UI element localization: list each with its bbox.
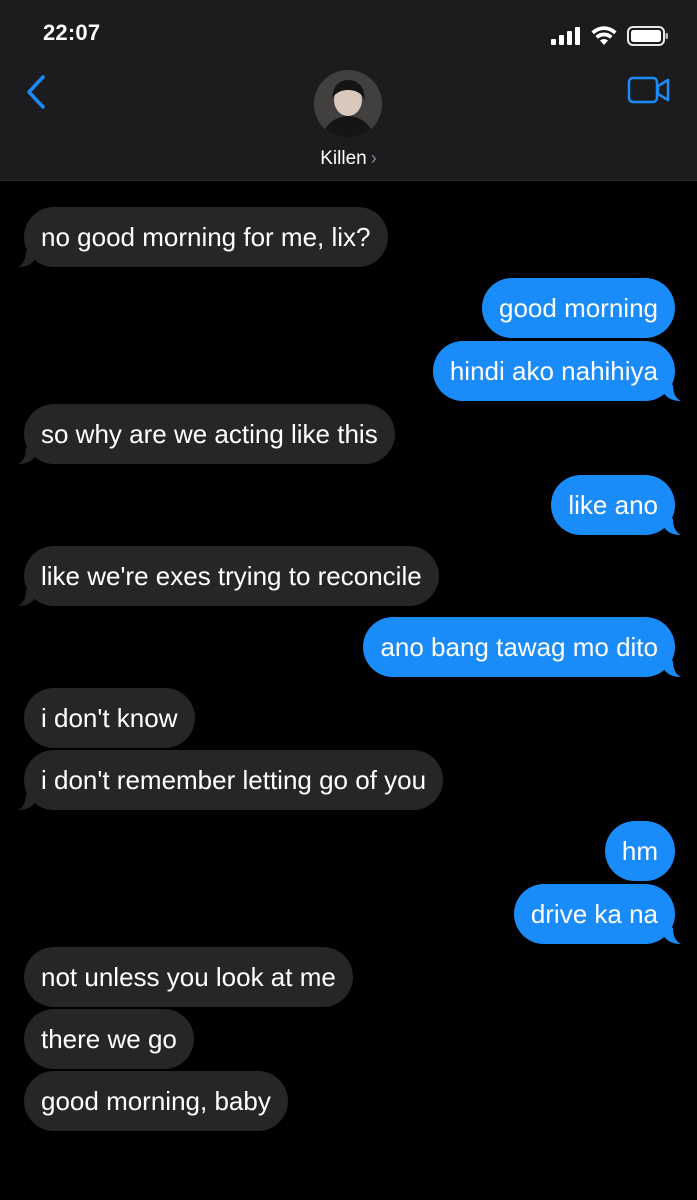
outgoing-message-bubble[interactable]: ano bang tawag mo dito: [363, 617, 675, 677]
bubble-tail: [18, 444, 36, 464]
contact-name: Killen: [320, 148, 367, 169]
message-row: good morning, baby: [0, 1071, 697, 1131]
bubble-tail: [663, 657, 681, 677]
status-time: 22:07: [43, 20, 101, 45]
message-row: no good morning for me, lix?: [0, 207, 697, 267]
chevron-left-icon: [27, 75, 45, 109]
back-button[interactable]: [22, 72, 52, 112]
message-row: so why are we acting like this: [0, 404, 697, 464]
contact-avatar[interactable]: [314, 70, 382, 138]
message-row: hindi ako nahihiya: [0, 341, 697, 401]
bubble-tail: [663, 515, 681, 535]
facetime-video-button[interactable]: [627, 74, 671, 106]
incoming-message-bubble[interactable]: i don't know: [24, 688, 195, 748]
outgoing-message-bubble[interactable]: drive ka na: [513, 884, 675, 944]
incoming-message-bubble[interactable]: i don't remember letting go of you: [24, 750, 444, 810]
incoming-message-bubble[interactable]: good morning, baby: [24, 1071, 288, 1131]
bubble-tail: [18, 247, 36, 267]
cellular-signal-icon: [551, 27, 580, 45]
wifi-icon: [591, 26, 617, 45]
bubble-tail: [18, 790, 36, 810]
incoming-message-bubble[interactable]: no good morning for me, lix?: [24, 207, 388, 267]
chevron-right-icon: ›: [370, 148, 377, 168]
status-icons: [551, 24, 669, 48]
message-row: ano bang tawag mo dito: [0, 617, 697, 677]
message-row: i don't know: [0, 688, 697, 748]
message-thread: no good morning for me, lix? good morning…: [0, 180, 697, 1200]
bubble-tail: [18, 586, 36, 606]
conversation-header: 22:07 Killen ›: [0, 0, 697, 181]
video-camera-icon: [627, 76, 670, 104]
bubble-tail: [663, 924, 681, 944]
outgoing-message-bubble[interactable]: like ano: [551, 475, 675, 535]
message-row: good morning: [0, 278, 697, 338]
message-row: there we go: [0, 1009, 697, 1069]
message-row: hm: [0, 821, 697, 881]
message-row: not unless you look at me: [0, 947, 697, 1007]
messages-screen: 22:07 Killen › no good morning for me, l…: [0, 0, 697, 1200]
contact-name-button[interactable]: Killen ›: [0, 148, 697, 170]
message-row: drive ka na: [0, 884, 697, 944]
outgoing-message-bubble[interactable]: hm: [604, 821, 675, 881]
message-row: like ano: [0, 475, 697, 535]
message-row: i don't remember letting go of you: [0, 750, 697, 810]
incoming-message-bubble[interactable]: there we go: [24, 1009, 194, 1069]
incoming-message-bubble[interactable]: so why are we acting like this: [24, 404, 395, 464]
incoming-message-bubble[interactable]: not unless you look at me: [24, 947, 353, 1007]
outgoing-message-bubble[interactable]: hindi ako nahihiya: [432, 341, 675, 401]
bubble-tail: [663, 381, 681, 401]
message-row: like we're exes trying to reconcile: [0, 546, 697, 606]
battery-icon: [627, 26, 668, 46]
incoming-message-bubble[interactable]: like we're exes trying to reconcile: [24, 546, 439, 606]
outgoing-message-bubble[interactable]: good morning: [482, 278, 675, 338]
